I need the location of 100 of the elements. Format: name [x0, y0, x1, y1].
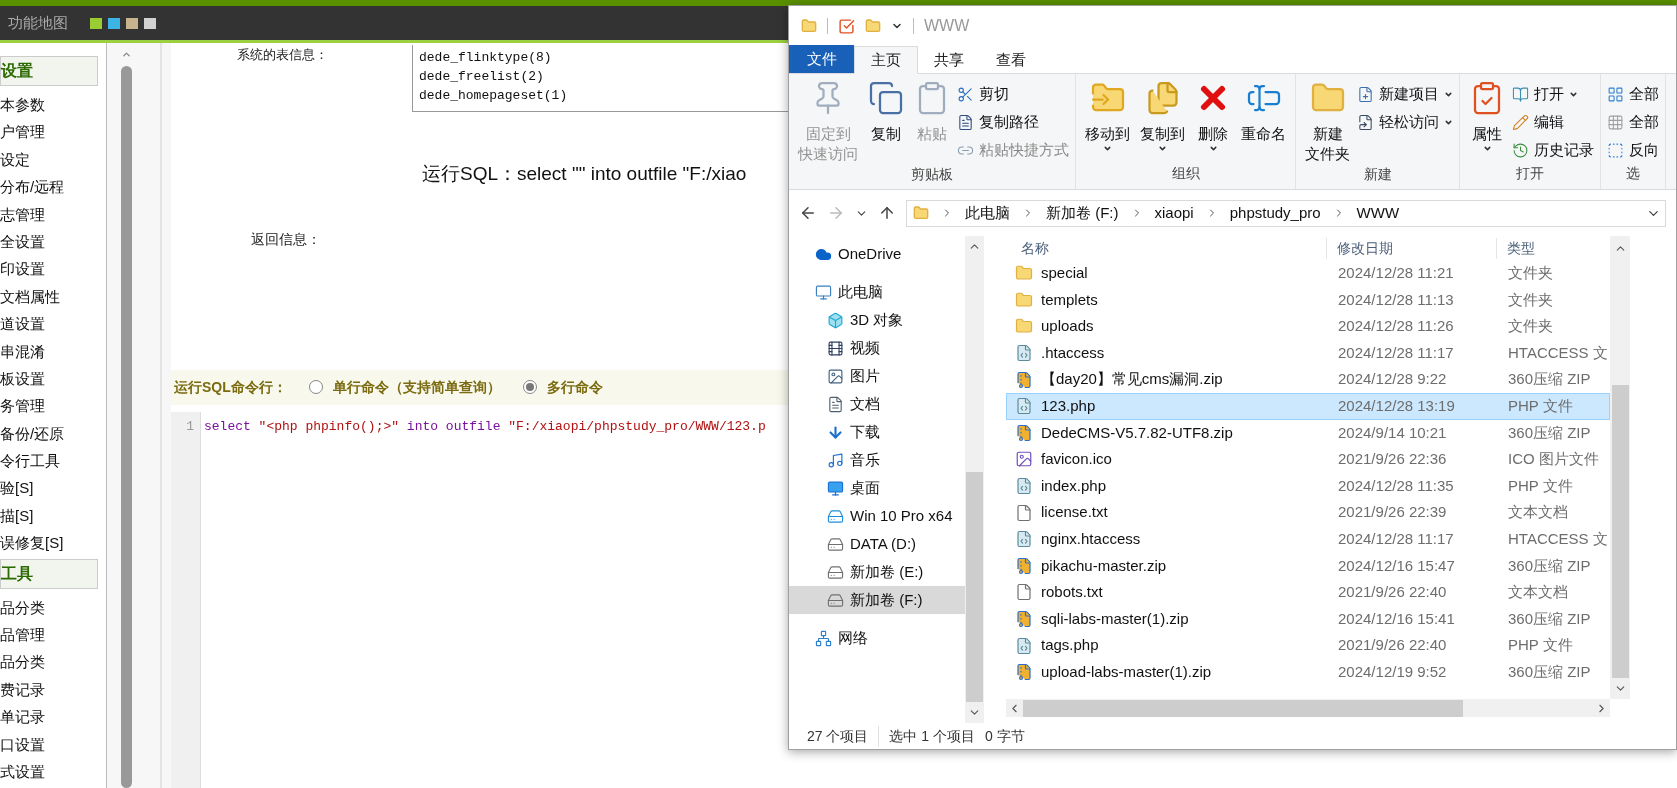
- nav-item[interactable]: 文档: [789, 390, 965, 418]
- file-row[interactable]: license.txt 2021/9/26 22:39 文本文档: [1006, 499, 1610, 526]
- nav-item[interactable]: 视频: [789, 334, 965, 362]
- radio-button[interactable]: [308, 380, 323, 394]
- breadcrumb[interactable]: 新加卷 (F:): [1046, 201, 1119, 225]
- ribbon-large-button[interactable]: 属性: [1466, 80, 1508, 163]
- properties-icon[interactable]: [838, 17, 855, 35]
- ribbon-large-button[interactable]: 移动到: [1082, 80, 1133, 163]
- theme-swatch[interactable]: [90, 17, 102, 29]
- file-row[interactable]: favicon.ico 2021/9/26 22:36 ICO 图片文件: [1006, 446, 1610, 473]
- nav-item[interactable]: 桌面: [789, 474, 965, 502]
- ribbon-small-button[interactable]: 复制路径: [957, 110, 1069, 134]
- ribbon-small-button[interactable]: 全部: [1607, 82, 1659, 106]
- scroll-up-icon[interactable]: [121, 49, 132, 60]
- sidebar-link[interactable]: 志管理: [0, 200, 106, 228]
- file-row[interactable]: 【day20】常见cms漏洞.zip 2024/12/28 9:22 360压缩 ZIP: [1006, 366, 1610, 393]
- back-icon[interactable]: [799, 204, 817, 222]
- scrollbar-thumb[interactable]: [1611, 385, 1629, 678]
- sidebar-link[interactable]: 品分类: [0, 648, 106, 676]
- nav-item[interactable]: 图片: [789, 362, 965, 390]
- breadcrumb[interactable]: 此电脑: [965, 201, 1010, 225]
- nav-item[interactable]: Win 10 Pro x64: [789, 502, 965, 530]
- scrollbar-thumb[interactable]: [1023, 699, 1463, 717]
- file-row[interactable]: sqli-labs-master(1).zip 2024/12/16 15:41 360压缩 ZIP: [1006, 605, 1610, 633]
- command-option[interactable]: 多行命令: [522, 376, 603, 398]
- breadcrumb[interactable]: xiaopi: [1154, 201, 1194, 225]
- ribbon-small-button[interactable]: 反向: [1607, 138, 1659, 162]
- sidebar-link[interactable]: 式设置: [0, 758, 106, 786]
- sidebar-link[interactable]: 全设置: [0, 227, 106, 256]
- nav-item[interactable]: 3D 对象: [789, 306, 965, 334]
- command-option[interactable]: 单行命令（支持简单查询）: [308, 376, 501, 398]
- ribbon-tab[interactable]: 主页: [854, 46, 918, 74]
- sidebar-link[interactable]: 板设置: [0, 364, 106, 393]
- file-row[interactable]: index.php 2024/12/28 11:35 PHP 文件: [1006, 472, 1610, 500]
- theme-swatch[interactable]: [144, 17, 156, 29]
- table-entry[interactable]: dede_homepageset(1): [419, 86, 788, 105]
- ribbon-large-button[interactable]: 复制到: [1137, 80, 1188, 163]
- sidebar-link[interactable]: 单记录: [0, 703, 106, 731]
- ribbon-small-button[interactable]: 轻松访问: [1357, 110, 1453, 134]
- ribbon-large-button[interactable]: 重命名: [1238, 80, 1289, 163]
- ribbon-small-button[interactable]: 全部: [1607, 110, 1659, 134]
- ribbon-small-button[interactable]: 新建项目: [1357, 82, 1453, 106]
- sidebar-link[interactable]: 务管理: [0, 392, 106, 420]
- ribbon-large-button[interactable]: 删除: [1192, 80, 1234, 163]
- table-entry[interactable]: dede_flinktype(8): [419, 48, 788, 67]
- file-row[interactable]: templets 2024/12/28 11:13 文件夹: [1006, 286, 1610, 314]
- ribbon-tab[interactable]: 共享: [918, 46, 980, 74]
- sidebar-link[interactable]: 品分类: [0, 593, 106, 622]
- nav-item[interactable]: 音乐: [789, 446, 965, 474]
- column-header[interactable]: 修改日期: [1327, 237, 1497, 259]
- sidebar-link[interactable]: 验[S]: [0, 474, 106, 502]
- file-row[interactable]: special 2024/12/28 11:21 文件夹: [1006, 260, 1610, 287]
- sql-editor[interactable]: 1 select ″<php phpinfo();>″ into outfile ″F:/xiaopi/phpstudy_pro/WWW/123.p: [171, 411, 788, 788]
- sidebar-link[interactable]: 品管理: [0, 621, 106, 649]
- scrollbar-thumb[interactable]: [966, 472, 983, 702]
- nav-item[interactable]: 新加卷 (F:): [789, 586, 965, 614]
- table-entry[interactable]: dede_freelist(2): [419, 67, 788, 86]
- nav-item[interactable]: OneDrive: [789, 240, 965, 268]
- file-row[interactable]: nginx.htaccess 2024/12/28 11:17 HTACCESS 文: [1006, 525, 1610, 553]
- sidebar-link[interactable]: 描[S]: [0, 501, 106, 530]
- menu-title[interactable]: 功能地图: [8, 11, 68, 35]
- file-row[interactable]: pikachu-master.zip 2024/12/16 15:47 360压缩 ZIP: [1006, 552, 1610, 580]
- file-row[interactable]: tags.php 2021/9/26 22:40 PHP 文件: [1006, 632, 1610, 659]
- sidebar-link[interactable]: 本参数: [0, 91, 106, 119]
- file-row[interactable]: uploads 2024/12/28 11:26 文件夹: [1006, 313, 1610, 340]
- radio-button[interactable]: [522, 380, 537, 394]
- column-header[interactable]: 类型: [1497, 237, 1535, 259]
- sidebar-link[interactable]: 误修复[S]: [0, 529, 106, 557]
- sidebar-link[interactable]: 口设置: [0, 730, 106, 758]
- ribbon-small-button[interactable]: 编辑: [1512, 110, 1594, 134]
- sidebar-link[interactable]: 道设置: [0, 310, 106, 338]
- nav-item[interactable]: 此电脑: [789, 278, 965, 306]
- up-icon[interactable]: [878, 204, 896, 222]
- ribbon-small-button[interactable]: 打开: [1512, 82, 1594, 106]
- file-row[interactable]: 123.php 2024/12/28 13:19 PHP 文件: [1006, 392, 1610, 420]
- sidebar-link[interactable]: 设定: [0, 145, 106, 174]
- scrollbar-thumb[interactable]: [121, 66, 132, 788]
- sidebar-link[interactable]: 分布/远程: [0, 173, 106, 201]
- sidebar-link[interactable]: 串混淆: [0, 337, 106, 365]
- file-row[interactable]: DedeCMS-V5.7.82-UTF8.zip 2024/9/14 10:21 360压缩 ZIP: [1006, 419, 1610, 447]
- sidebar-link[interactable]: 备份/还原: [0, 419, 106, 448]
- sidebar-link[interactable]: 文档属性: [0, 282, 106, 311]
- sidebar-link[interactable]: 印设置: [0, 255, 106, 283]
- nav-item[interactable]: 下载: [789, 418, 965, 446]
- address-bar[interactable]: 此电脑 新加卷 (F:) xiaopi phpstudy_pro WWW: [906, 199, 1666, 227]
- nav-item[interactable]: 新加卷 (E:): [789, 558, 965, 586]
- breadcrumb[interactable]: WWW: [1356, 201, 1400, 225]
- theme-swatch[interactable]: [108, 17, 120, 29]
- sidebar-section-header[interactable]: 工具: [0, 558, 98, 589]
- ribbon-large-button[interactable]: 复制: [865, 80, 907, 164]
- file-row[interactable]: .htaccess 2024/12/28 11:17 HTACCESS 文: [1006, 339, 1610, 367]
- sidebar-link[interactable]: 费记录: [0, 675, 106, 704]
- breadcrumb[interactable]: phpstudy_pro: [1229, 201, 1321, 225]
- nav-item[interactable]: DATA (D:): [789, 530, 965, 558]
- sidebar-link[interactable]: 令行工具: [0, 447, 106, 475]
- sidebar-link[interactable]: 户管理: [0, 118, 106, 146]
- column-header[interactable]: 名称: [1006, 237, 1327, 259]
- file-row[interactable]: robots.txt 2021/9/26 22:40 文本文档: [1006, 579, 1610, 606]
- ribbon-small-button[interactable]: 历史记录: [1512, 138, 1594, 162]
- ribbon-large-button[interactable]: 新建 文件夹: [1302, 80, 1353, 164]
